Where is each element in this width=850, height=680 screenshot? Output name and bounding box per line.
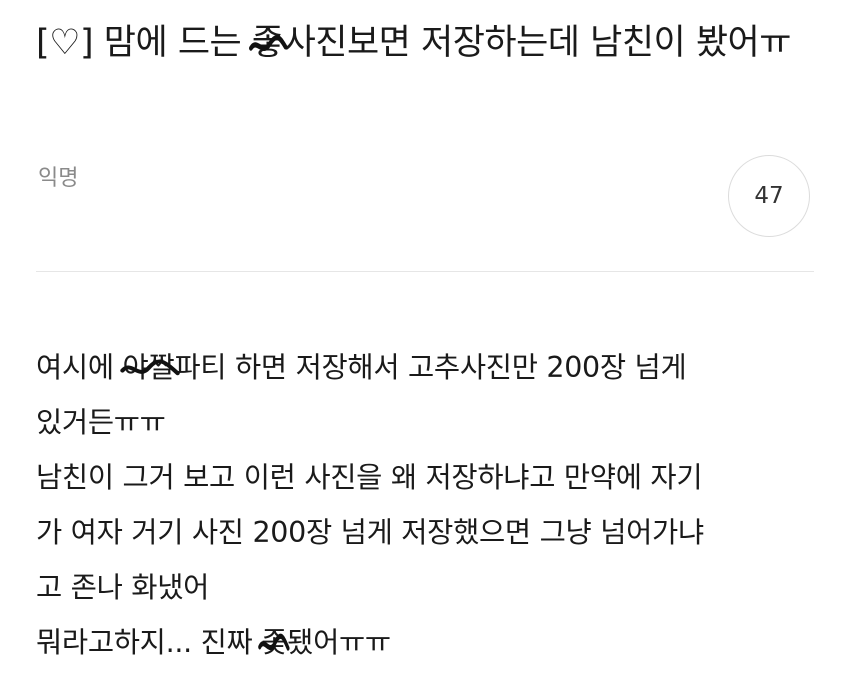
body-line: 가 여자 거기 사진 200장 넘게 저장했으면 그냥 넘어가냐 bbox=[36, 516, 704, 549]
body-line: 고 존나 화냈어 bbox=[36, 571, 210, 604]
post-body: 여시에 야짤 파티 하면 저장해서 고추사진만 200장 넘게 있거든ㅠㅠ 남친이… bbox=[36, 340, 826, 670]
post-title: [♡] 맘에 드는 좋 사진보면 저장하는데 남친이 봤어ㅠ bbox=[36, 14, 816, 72]
censored-word: 좆 bbox=[258, 626, 290, 659]
body-line: 남친이 그거 보고 이런 사진을 왜 저장하냐고 만약에 자기 bbox=[36, 461, 703, 494]
title-text-end: 사진보면 저장하는데 남친이 봤어ㅠ bbox=[283, 23, 792, 63]
body-line: 뭐라고하지... 진짜 좆 됐어ㅠㅠ bbox=[36, 615, 826, 670]
censored-word: 좋 bbox=[248, 23, 288, 63]
title-text-start: [♡] 맘에 드는 bbox=[36, 23, 252, 63]
censored-word: 야짤 bbox=[119, 340, 180, 395]
comment-count-badge[interactable]: 47 bbox=[728, 155, 810, 237]
comment-count: 47 bbox=[754, 183, 784, 209]
body-line: 있거든ㅠㅠ bbox=[36, 406, 166, 439]
divider bbox=[36, 271, 814, 272]
author-name: 익명 bbox=[38, 166, 79, 191]
body-line: 여시에 야짤 파티 하면 저장해서 고추사진만 200장 넘게 bbox=[36, 340, 826, 395]
